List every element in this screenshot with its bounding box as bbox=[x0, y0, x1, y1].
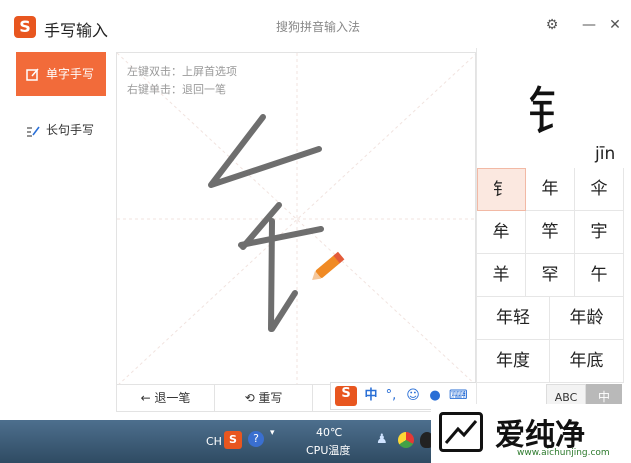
candidate-cell[interactable]: 竿 bbox=[526, 211, 575, 254]
chinese-mode-toggle[interactable]: 中 bbox=[363, 388, 379, 404]
microphone-icon[interactable]: ● bbox=[427, 388, 443, 404]
ime-title: 搜狗拼音输入法 bbox=[276, 20, 361, 34]
long-sentence-icon bbox=[27, 126, 40, 137]
watermark: 爱纯净 www.aichunjing.com bbox=[431, 404, 631, 463]
handwriting-window: S 手写输入 搜狗拼音输入法 ⚙ — ✕ 单字手写 长句手写 左键双击：上屏首选… bbox=[0, 0, 631, 420]
user-tray-icon[interactable]: ♟ bbox=[376, 432, 390, 448]
sogou-s-icon[interactable]: S bbox=[335, 386, 357, 406]
cpu-temperature-label: CPU温度 bbox=[306, 444, 351, 457]
cpu-temperature-value: 40℃ bbox=[316, 426, 343, 439]
tray-overflow-icon[interactable]: ▾ bbox=[270, 428, 275, 438]
undo-stroke-button[interactable]: ← 退一笔 bbox=[117, 385, 215, 411]
candidate-panel: 钅 jīn 钅 年 伞 牟 竿 宇 羊 罕 午 年轻 年龄 年度 年底 bbox=[476, 48, 631, 412]
help-icon[interactable]: ? bbox=[248, 431, 264, 447]
candidate-cell[interactable]: 年 bbox=[526, 168, 575, 211]
handwritten-strokes bbox=[208, 114, 345, 332]
watermark-logo-icon bbox=[439, 412, 483, 452]
candidate-cell[interactable]: 年度 bbox=[477, 340, 550, 383]
preview-char: 钅 bbox=[527, 83, 580, 143]
language-indicator[interactable]: CH bbox=[206, 435, 222, 448]
pencil-icon bbox=[312, 251, 345, 280]
title-bar: S 手写输入 搜狗拼音输入法 ⚙ — ✕ bbox=[0, 0, 631, 48]
emoji-icon[interactable]: ☺ bbox=[405, 388, 421, 404]
candidate-cell[interactable]: 伞 bbox=[575, 168, 624, 211]
keyboard-icon[interactable]: ⌨ bbox=[449, 388, 468, 404]
watermark-url: www.aichunjing.com bbox=[517, 448, 610, 458]
sidebar-item-single-char[interactable]: 单字手写 bbox=[16, 52, 106, 96]
sidebar-item-label: 长句手写 bbox=[46, 123, 95, 137]
browser-tray-icon[interactable] bbox=[398, 432, 414, 448]
candidate-cell[interactable]: 年轻 bbox=[477, 297, 550, 340]
candidate-cell[interactable]: 罕 bbox=[526, 254, 575, 297]
candidate-cell[interactable]: 年底 bbox=[550, 340, 624, 383]
candidate-cell[interactable]: 午 bbox=[575, 254, 624, 297]
app-title: 手写输入 bbox=[44, 21, 109, 40]
watermark-check-icon bbox=[444, 420, 478, 444]
single-char-icon bbox=[26, 68, 39, 81]
sidebar-item-long-sentence[interactable]: 长句手写 bbox=[16, 108, 106, 152]
sogou-logo-icon: S bbox=[14, 16, 36, 38]
sidebar-item-label: 单字手写 bbox=[46, 67, 95, 81]
candidate-cell[interactable]: 羊 bbox=[477, 254, 526, 297]
close-button[interactable]: ✕ bbox=[606, 16, 624, 34]
rewrite-button[interactable]: ⟲ 重写 bbox=[215, 385, 313, 411]
minimize-button[interactable]: — bbox=[580, 16, 598, 34]
preview-pinyin: jīn bbox=[595, 144, 616, 164]
handwriting-pad[interactable]: 左键双击：上屏首选项 右键单击：退回一笔 bbox=[116, 52, 476, 385]
sogou-tray-icon[interactable]: S bbox=[224, 431, 242, 449]
candidate-cell[interactable]: 钅 bbox=[477, 168, 526, 211]
candidate-cell[interactable]: 宇 bbox=[575, 211, 624, 254]
candidate-cell[interactable]: 年龄 bbox=[550, 297, 624, 340]
sidebar: 单字手写 长句手写 bbox=[0, 48, 114, 420]
candidate-cell[interactable]: 牟 bbox=[477, 211, 526, 254]
punctuation-icon[interactable]: °, bbox=[383, 388, 399, 404]
settings-gear-icon[interactable]: ⚙ bbox=[543, 16, 561, 34]
